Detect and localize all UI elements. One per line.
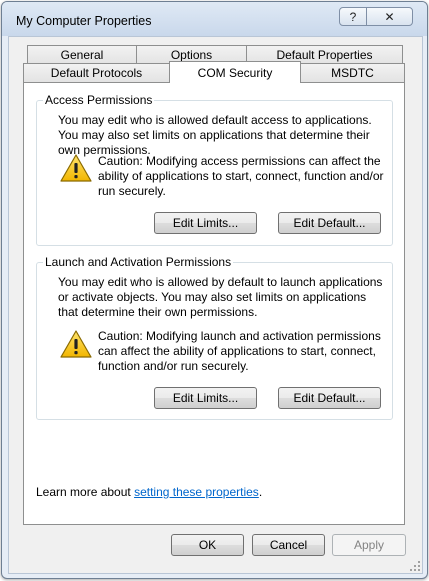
com-security-panel: Access Permissions You may edit who is a… xyxy=(23,82,405,525)
cancel-button[interactable]: Cancel xyxy=(252,534,325,556)
launch-edit-limits-button[interactable]: Edit Limits... xyxy=(154,387,257,409)
access-description: You may edit who is allowed default acce… xyxy=(58,113,372,157)
window-title: My Computer Properties xyxy=(16,14,152,28)
launch-permissions-group: Launch and Activation Permissions You ma… xyxy=(36,255,393,420)
launch-edit-default-button[interactable]: Edit Default... xyxy=(278,387,381,409)
resize-grip-icon[interactable] xyxy=(409,560,421,572)
access-permissions-group: Access Permissions You may edit who is a… xyxy=(36,93,393,246)
tab-com-security[interactable]: COM Security xyxy=(169,61,301,83)
tab-msdtc[interactable]: MSDTC xyxy=(300,63,405,82)
close-button[interactable]: ✕ xyxy=(366,7,413,26)
tab-general[interactable]: General xyxy=(27,45,137,64)
ok-button[interactable]: OK xyxy=(171,534,244,556)
launch-caution-text: Caution: Modifying launch and activation… xyxy=(98,329,381,373)
warning-icon xyxy=(60,330,92,358)
learn-more-text: Learn more about setting these propertie… xyxy=(36,485,263,499)
apply-button[interactable]: Apply xyxy=(332,534,406,556)
launch-permissions-legend: Launch and Activation Permissions xyxy=(43,255,234,269)
access-caution-text: Caution: Modifying access permissions ca… xyxy=(98,154,384,198)
help-icon: ? xyxy=(349,9,357,24)
help-button[interactable]: ? xyxy=(339,7,367,26)
close-icon: ✕ xyxy=(384,9,395,24)
access-edit-limits-button[interactable]: Edit Limits... xyxy=(154,212,257,234)
access-permissions-legend: Access Permissions xyxy=(43,93,155,107)
launch-description: You may edit who is allowed by default t… xyxy=(58,275,383,319)
title-bar[interactable]: My Computer Properties ? ✕ xyxy=(2,2,427,36)
access-edit-default-button[interactable]: Edit Default... xyxy=(278,212,381,234)
warning-icon xyxy=(60,154,92,182)
tab-default-protocols[interactable]: Default Protocols xyxy=(23,63,170,82)
setting-these-properties-link[interactable]: setting these properties xyxy=(134,485,259,499)
